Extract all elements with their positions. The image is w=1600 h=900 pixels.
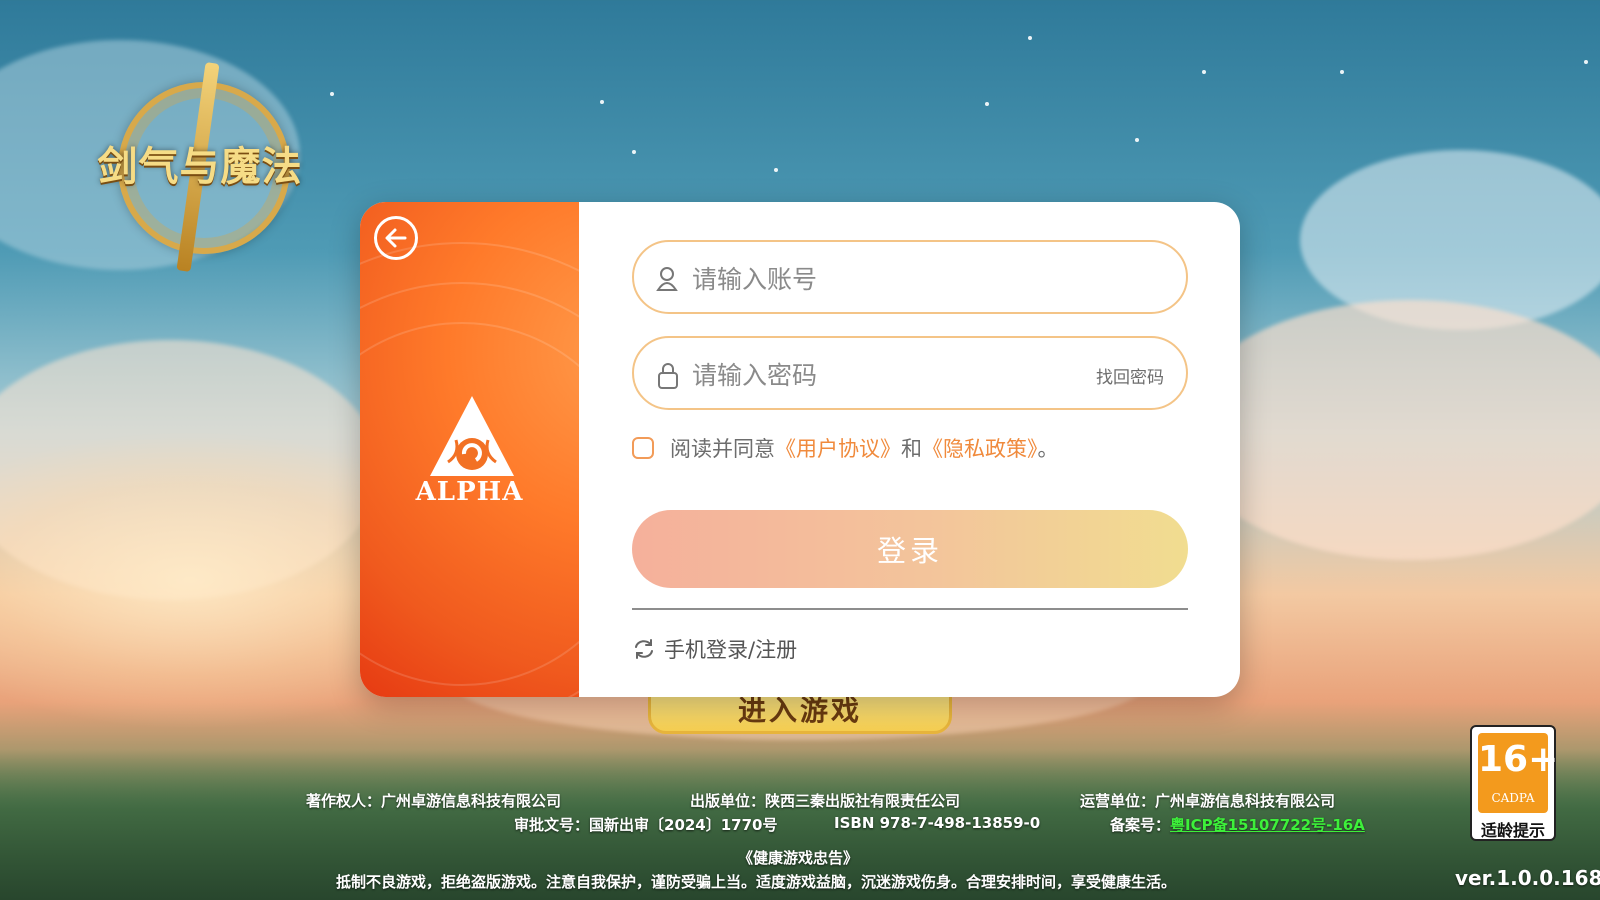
age-rating-caption: 适龄提示	[1480, 821, 1545, 840]
brand-panel: ALPHA	[360, 202, 579, 697]
agree-prefix: 阅读并同意	[670, 437, 775, 461]
login-button[interactable]: 登录	[632, 510, 1188, 588]
copyright-text: 著作权人：广州卓游信息科技有限公司	[306, 792, 562, 810]
phone-login-link[interactable]: 手机登录/注册	[632, 634, 1188, 664]
icp-link[interactable]: 粤ICP备15107722号-16A	[1170, 816, 1365, 834]
agree-and: 和	[901, 437, 922, 461]
switch-icon	[635, 639, 653, 659]
agreement-text: 阅读并同意《用户协议》和《隐私政策》。	[670, 433, 1059, 463]
publisher-text: 出版单位：陕西三秦出版社有限责任公司	[690, 792, 961, 810]
back-arrow-icon	[385, 228, 407, 248]
user-agreement-link[interactable]: 《用户协议》	[775, 437, 901, 461]
operator-text: 运营单位：广州卓游信息科技有限公司	[1080, 792, 1336, 810]
back-button[interactable]	[374, 216, 418, 260]
agree-suffix: 。	[1037, 437, 1059, 461]
phone-login-label: 手机登录/注册	[664, 638, 798, 662]
icp-row: 备案号：粤ICP备15107722号-16A	[1110, 814, 1365, 835]
user-icon	[656, 267, 678, 291]
forgot-password-link[interactable]: 找回密码	[1096, 363, 1164, 388]
icp-label: 备案号：	[1110, 816, 1171, 834]
health-advice: 抵制不良游戏，拒绝盗版游戏。注意自我保护，谨防受骗上当。适度游戏益脑，沉迷游戏伤…	[336, 873, 1177, 891]
game-title: 剑气与魔法	[97, 143, 303, 190]
privacy-policy-link[interactable]: 《隐私政策》	[922, 437, 1038, 461]
agreement-row: 阅读并同意《用户协议》和《隐私政策》。	[632, 428, 1188, 468]
lock-icon	[658, 363, 678, 389]
password-field[interactable]: 找回密码	[632, 336, 1188, 410]
account-input[interactable]	[690, 256, 1074, 302]
game-logo: 剑气与魔法	[80, 62, 320, 272]
isbn-text: ISBN 978-7-498-13859-0	[834, 814, 1041, 832]
age-rating-badge[interactable]: 16+ CADPA 适龄提示	[1470, 725, 1559, 841]
agree-checkbox[interactable]	[632, 437, 654, 459]
health-title: 《健康游戏忠告》	[738, 849, 859, 867]
password-input[interactable]	[690, 352, 1074, 398]
brand-name: ALPHA	[415, 477, 524, 507]
login-form: 找回密码 阅读并同意《用户协议》和《隐私政策》。 登录 手机登录/注册	[632, 240, 1188, 664]
divider	[632, 608, 1188, 610]
account-field[interactable]	[632, 240, 1188, 314]
login-dialog: ALPHA 找回密码 阅读并同意《用户协议》和《隐私政策》。 登录	[360, 202, 1240, 697]
age-rating-icon: 16+ CADPA	[1478, 733, 1559, 813]
version-text: ver.1.0.0.168	[1455, 866, 1600, 890]
approval-text: 审批文号：国新出审〔2024〕1770号	[514, 816, 778, 834]
age-rating-value: 16+	[1478, 739, 1559, 780]
age-rating-org: CADPA	[1491, 791, 1535, 805]
